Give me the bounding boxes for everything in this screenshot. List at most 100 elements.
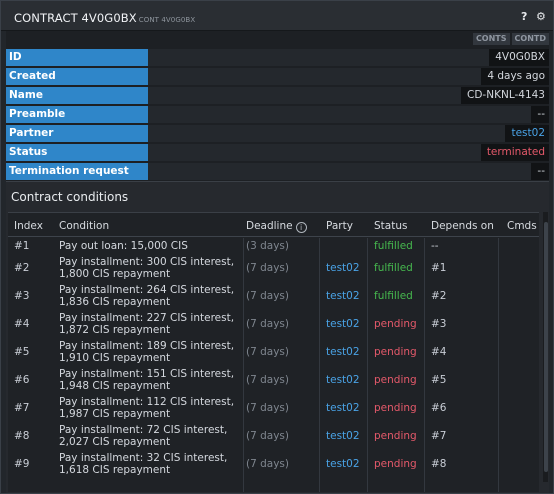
detail-label: Name: [6, 87, 148, 104]
deadline: (7 days): [246, 290, 289, 302]
condition-text: Pay installment: 151 CIS interest,: [59, 368, 235, 380]
row-index: #7: [14, 402, 30, 414]
contd-button[interactable]: CONTD: [511, 33, 549, 45]
row-index: #3: [14, 290, 30, 302]
column-header-deadline[interactable]: Deadline i: [246, 220, 307, 233]
conditions-table: Index Condition Deadline i Party Status D…: [8, 212, 539, 492]
table-row[interactable]: #5 Pay installment: 189 CIS interest, 1,91…: [8, 337, 539, 365]
detail-row-preamble: Preamble --: [6, 106, 549, 123]
window-title: CONTRACT 4V0G0BX CONT 4V0G0BX: [14, 11, 195, 25]
gear-icon[interactable]: ⚙: [536, 10, 546, 23]
detail-value: 4 days ago: [481, 68, 549, 85]
column-header-party[interactable]: Party: [326, 220, 353, 232]
condition-text: Pay out loan: 15,000 CIS: [59, 240, 188, 252]
depends-on: #6: [431, 402, 447, 414]
depends-on: #3: [431, 318, 447, 330]
detail-value: --: [531, 106, 549, 123]
condition-text-line2: 1,872 CIS repayment: [59, 324, 171, 336]
detail-value: --: [531, 163, 549, 180]
partner-link[interactable]: test02: [505, 125, 549, 142]
party-link[interactable]: test02: [326, 374, 360, 386]
status-badge: fulfilled: [374, 290, 413, 302]
condition-text: Pay installment: 264 CIS interest,: [59, 284, 235, 296]
deadline: (7 days): [246, 318, 289, 330]
detail-row-id: ID 4V0G0BX: [6, 49, 549, 66]
detail-row-created: Created 4 days ago: [6, 68, 549, 85]
contract-window: CONTRACT 4V0G0BX CONT 4V0G0BX ? ⚙ CONTS C…: [0, 0, 554, 494]
depends-on: #1: [431, 262, 447, 274]
condition-text-line2: 1,910 CIS repayment: [59, 352, 171, 364]
detail-label: Created: [6, 68, 148, 85]
row-index: #5: [14, 346, 30, 358]
header-divider: [8, 236, 539, 237]
depends-on: #7: [431, 430, 447, 442]
condition-text: Pay installment: 300 CIS interest,: [59, 256, 235, 268]
condition-text: Pay installment: 112 CIS interest,: [59, 396, 235, 408]
conts-button[interactable]: CONTS: [472, 33, 510, 45]
status-badge: pending: [374, 374, 417, 386]
conditions-title: Contract conditions: [11, 190, 129, 204]
contract-content: CONTS CONTD ID 4V0G0BX Created 4 days ag…: [6, 31, 549, 493]
deadline: (7 days): [246, 458, 289, 470]
detail-label: ID: [6, 49, 148, 66]
table-row[interactable]: #7 Pay installment: 112 CIS interest, 1,98…: [8, 393, 539, 421]
condition-text-line2: 1,800 CIS repayment: [59, 268, 171, 280]
deadline: (3 days): [246, 240, 289, 252]
party-link[interactable]: test02: [326, 346, 360, 358]
toolbar: CONTS CONTD: [472, 33, 549, 45]
column-header-status[interactable]: Status: [374, 220, 407, 232]
column-header-cmds[interactable]: Cmds: [507, 220, 537, 232]
row-index: #1: [14, 240, 30, 252]
condition-text-line2: 1,987 CIS repayment: [59, 408, 171, 420]
depends-on: #5: [431, 374, 447, 386]
condition-text-line2: 2,027 CIS repayment: [59, 436, 171, 448]
detail-label: Termination request: [6, 163, 148, 180]
deadline: (7 days): [246, 346, 289, 358]
deadline: (7 days): [246, 402, 289, 414]
status-value: terminated: [480, 144, 549, 161]
row-index: #2: [14, 262, 30, 274]
condition-text: Pay installment: 32 CIS interest,: [59, 452, 228, 464]
party-link[interactable]: test02: [326, 262, 360, 274]
deadline: (7 days): [246, 262, 289, 274]
column-header-index[interactable]: Index: [14, 220, 43, 232]
detail-row-status: Status terminated: [6, 144, 549, 161]
deadline-header-label: Deadline: [246, 220, 293, 232]
condition-text-line2: 1,618 CIS repayment: [59, 464, 171, 476]
table-row[interactable]: #9 Pay installment: 32 CIS interest, 1,618…: [8, 449, 539, 477]
depends-on: --: [431, 240, 439, 252]
depends-on: #2: [431, 290, 447, 302]
info-icon[interactable]: i: [295, 222, 307, 233]
detail-row-name: Name CD-NKNL-4143: [6, 87, 549, 104]
detail-value: 4V0G0BX: [489, 49, 549, 66]
scrollbar-thumb[interactable]: [544, 222, 548, 472]
table-row[interactable]: #2 Pay installment: 300 CIS interest, 1,80…: [8, 253, 539, 281]
detail-label: Partner: [6, 125, 148, 142]
status-badge: pending: [374, 402, 417, 414]
condition-text-line2: 1,948 CIS repayment: [59, 380, 171, 392]
deadline: (7 days): [246, 374, 289, 386]
detail-value: CD-NKNL-4143: [461, 87, 549, 104]
party-link[interactable]: test02: [326, 318, 360, 330]
row-index: #4: [14, 318, 30, 330]
table-row[interactable]: #4 Pay installment: 227 CIS interest, 1,87…: [8, 309, 539, 337]
condition-text-line2: 1,836 CIS repayment: [59, 296, 171, 308]
table-row[interactable]: #3 Pay installment: 264 CIS interest, 1,83…: [8, 281, 539, 309]
party-link[interactable]: test02: [326, 430, 360, 442]
column-header-depends[interactable]: Depends on: [431, 220, 494, 232]
column-header-condition[interactable]: Condition: [59, 220, 109, 232]
table-row[interactable]: #6 Pay installment: 151 CIS interest, 1,94…: [8, 365, 539, 393]
status-badge: pending: [374, 430, 417, 442]
title-bar[interactable]: CONTRACT 4V0G0BX CONT 4V0G0BX ? ⚙: [1, 1, 553, 31]
party-link[interactable]: test02: [326, 290, 360, 302]
status-badge: fulfilled: [374, 262, 413, 274]
table-row[interactable]: #8 Pay installment: 72 CIS interest, 2,027…: [8, 421, 539, 449]
question-icon[interactable]: ?: [521, 10, 527, 23]
party-link[interactable]: test02: [326, 458, 360, 470]
detail-label: Preamble: [6, 106, 148, 123]
depends-on: #8: [431, 458, 447, 470]
deadline: (7 days): [246, 430, 289, 442]
party-link[interactable]: test02: [326, 402, 360, 414]
window-subtitle: CONT 4V0G0BX: [138, 16, 196, 24]
status-badge: fulfilled: [374, 240, 413, 252]
